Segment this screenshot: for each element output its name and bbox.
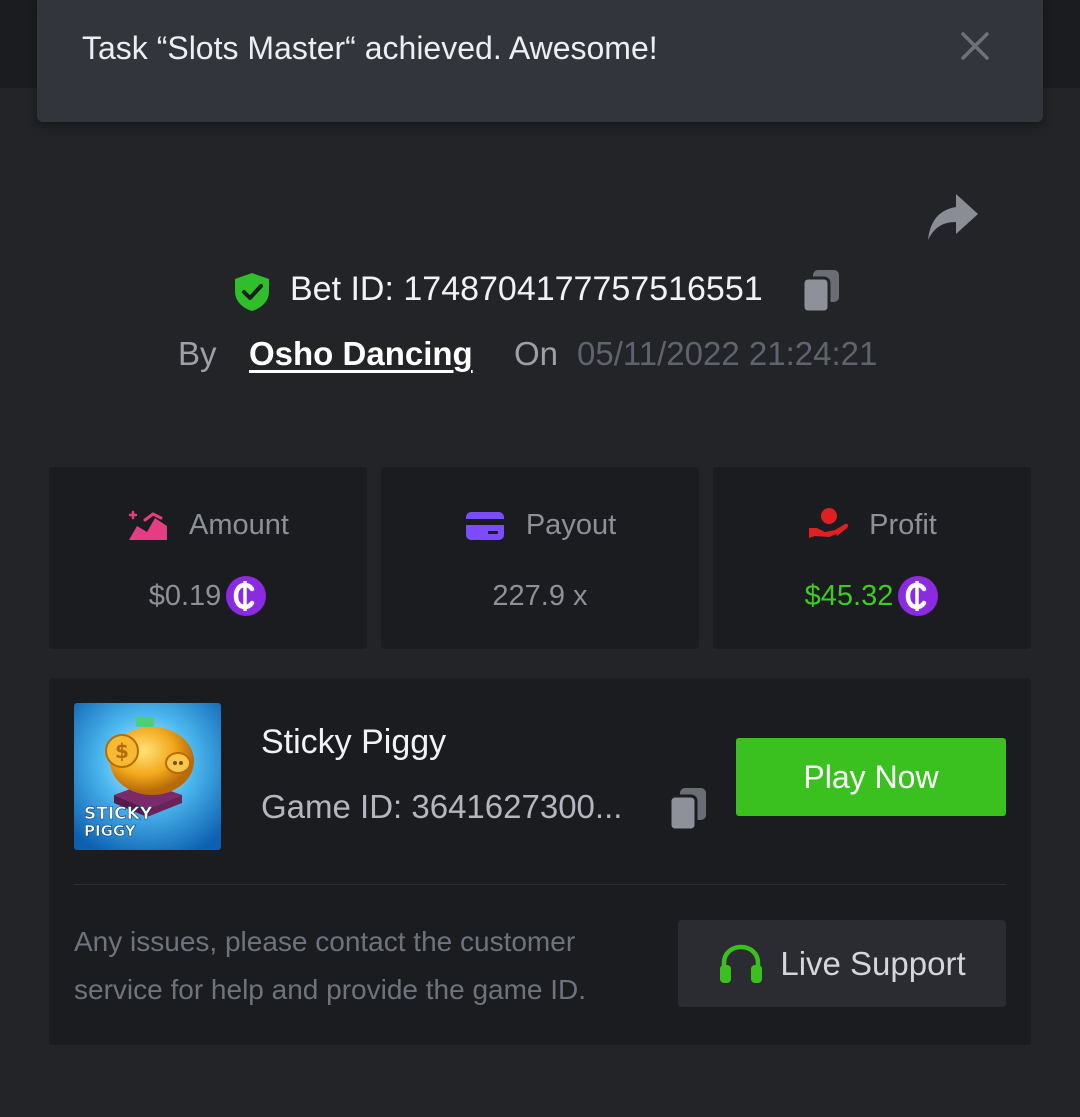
share-icon[interactable] — [924, 190, 980, 242]
game-card: $ STICKY PIGGY Sticky Piggy Game ID: 364… — [49, 678, 1031, 1045]
user-link[interactable]: Osho Dancing — [249, 335, 473, 373]
bet-meta-row: By Osho Dancing On 05/11/2022 21:24:21 — [0, 330, 1080, 378]
thumb-title-line2: PIGGY — [84, 822, 137, 840]
profit-value: $45.32 — [804, 579, 894, 612]
payout-value-row: 227.9 x — [381, 574, 699, 618]
close-icon[interactable] — [957, 28, 993, 64]
amount-card: Amount $0.19 — [49, 467, 367, 649]
toast-message: Task “Slots Master“ achieved. Awesome! — [82, 30, 658, 66]
verified-shield-icon — [235, 273, 269, 311]
profit-label: Profit — [869, 508, 937, 541]
profit-value-row: $45.32 — [713, 574, 1031, 618]
achievement-toast: Task “Slots Master“ achieved. Awesome! — [37, 0, 1043, 122]
svg-text:$: $ — [115, 739, 129, 763]
help-text: Any issues, please contact the customer … — [74, 926, 587, 1005]
profit-card: Profit $45.32 — [713, 467, 1031, 649]
divider — [74, 884, 1006, 885]
coin-icon — [898, 576, 939, 616]
amount-label: Amount — [189, 508, 289, 541]
amount-value-row: $0.19 — [49, 574, 367, 618]
on-label: On — [514, 335, 559, 372]
copy-icon[interactable] — [668, 786, 708, 832]
game-name: Sticky Piggy — [261, 723, 447, 761]
headset-icon — [720, 944, 763, 983]
game-thumbnail[interactable]: $ STICKY PIGGY — [74, 703, 221, 850]
bet-datetime: 05/11/2022 21:24:21 — [577, 335, 878, 372]
amount-value: $0.19 — [148, 579, 222, 612]
coin-icon — [226, 576, 267, 616]
bet-id: Bet ID: 1748704177757516551 — [290, 270, 763, 308]
card-icon — [465, 512, 504, 540]
hand-coin-icon — [809, 508, 849, 538]
live-support-button[interactable]: Live Support — [678, 920, 1006, 1007]
bet-id-row: Bet ID: 1748704177757516551 — [0, 264, 1080, 318]
by-label: By — [178, 335, 217, 372]
payout-value: 227.9 x — [492, 579, 588, 612]
copy-icon[interactable] — [801, 268, 841, 314]
thumb-title-line1: STICKY — [84, 804, 153, 824]
live-support-label: Live Support — [780, 944, 966, 982]
payout-label: Payout — [525, 508, 617, 541]
amount-icon — [128, 510, 168, 540]
play-now-button[interactable]: Play Now — [736, 738, 1006, 816]
payout-card: Payout 227.9 x — [381, 467, 699, 649]
game-id: Game ID: 3641627300... — [261, 788, 623, 825]
